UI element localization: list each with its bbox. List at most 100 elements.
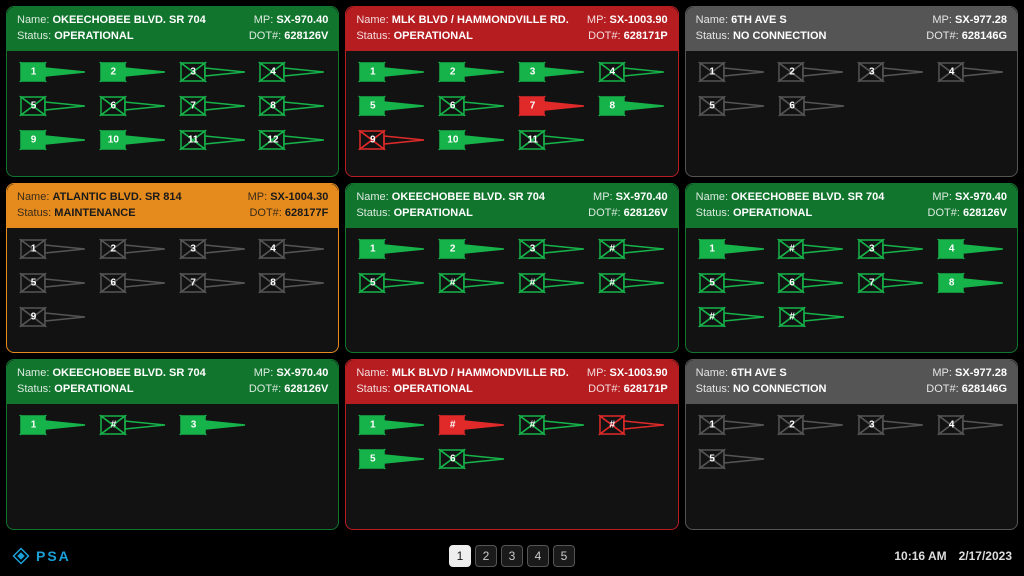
signal-icon[interactable]: 1 bbox=[354, 234, 430, 264]
signal-icon[interactable]: 8 bbox=[933, 268, 1009, 298]
signal-icon[interactable]: 3 bbox=[853, 410, 929, 440]
crossing-card[interactable]: Name: OKEECHOBEE BLVD. SR 704 MP: SX-970… bbox=[6, 359, 339, 530]
crossing-card[interactable]: Name: MLK BLVD / HAMMONDVILLE RD. MP: SX… bbox=[345, 359, 678, 530]
signal-icon[interactable]: 1 bbox=[354, 57, 430, 87]
signal-icon[interactable]: 8 bbox=[254, 268, 330, 298]
signal-number: # bbox=[709, 311, 715, 322]
signal-number: 11 bbox=[528, 134, 539, 145]
crossing-card[interactable]: Name: OKEECHOBEE BLVD. SR 704 MP: SX-970… bbox=[685, 183, 1018, 354]
signal-icon[interactable]: 1 bbox=[694, 57, 770, 87]
signal-icon[interactable]: # bbox=[694, 302, 770, 332]
status-label: Status: bbox=[356, 30, 393, 42]
signal-row: 9 10 11 bbox=[15, 125, 330, 155]
signal-icon[interactable]: 3 bbox=[853, 234, 929, 264]
name-value: 6TH AVE S bbox=[731, 14, 787, 26]
signal-icon[interactable]: 3 bbox=[514, 234, 590, 264]
signal-number: # bbox=[610, 243, 616, 254]
signal-icon[interactable]: # bbox=[594, 234, 670, 264]
signal-icon[interactable]: 2 bbox=[434, 234, 510, 264]
signal-icon[interactable]: 8 bbox=[594, 91, 670, 121]
signal-icon[interactable]: 1 bbox=[15, 234, 91, 264]
signal-icon[interactable]: 5 bbox=[354, 444, 430, 474]
page-button[interactable]: 4 bbox=[527, 545, 549, 567]
name-label: Name: bbox=[17, 367, 52, 379]
mp-label: MP: bbox=[587, 367, 610, 379]
signal-icon[interactable]: 2 bbox=[773, 410, 849, 440]
signal-icon[interactable]: 3 bbox=[853, 57, 929, 87]
signal-icon[interactable]: 6 bbox=[774, 91, 850, 121]
signal-icon[interactable]: 3 bbox=[514, 57, 590, 87]
signal-icon[interactable]: 6 bbox=[95, 91, 171, 121]
page-button[interactable]: 3 bbox=[501, 545, 523, 567]
page-button[interactable]: 5 bbox=[553, 545, 575, 567]
signal-icon[interactable]: 7 bbox=[853, 268, 929, 298]
signal-icon[interactable]: # bbox=[434, 268, 510, 298]
signal-number: 8 bbox=[949, 277, 955, 288]
signal-icon[interactable]: 2 bbox=[95, 234, 171, 264]
signal-icon[interactable]: # bbox=[434, 410, 510, 440]
signal-icon[interactable]: 5 bbox=[354, 268, 430, 298]
signal-icon[interactable]: # bbox=[774, 302, 850, 332]
signal-number: 6 bbox=[450, 100, 456, 111]
signal-icon[interactable]: 4 bbox=[254, 234, 330, 264]
signal-icon[interactable]: 3 bbox=[175, 410, 251, 440]
signal-icon[interactable]: 1 bbox=[15, 410, 91, 440]
signal-number: 5 bbox=[31, 100, 37, 111]
card-body: 1 # 3 bbox=[7, 404, 338, 529]
signal-icon[interactable]: 4 bbox=[594, 57, 670, 87]
signal-icon[interactable]: 4 bbox=[254, 57, 330, 87]
signal-icon[interactable]: # bbox=[594, 268, 670, 298]
signal-icon[interactable]: 2 bbox=[773, 57, 849, 87]
signal-icon[interactable]: 1 bbox=[15, 57, 91, 87]
signal-icon[interactable]: 2 bbox=[434, 57, 510, 87]
signal-icon[interactable]: 8 bbox=[254, 91, 330, 121]
signal-icon[interactable]: 5 bbox=[694, 91, 770, 121]
crossing-card[interactable]: Name: OKEECHOBEE BLVD. SR 704 MP: SX-970… bbox=[6, 6, 339, 177]
signal-number: 5 bbox=[709, 277, 715, 288]
signal-icon[interactable]: 1 bbox=[694, 234, 770, 264]
signal-icon[interactable]: # bbox=[514, 268, 590, 298]
page-button[interactable]: 1 bbox=[449, 545, 471, 567]
signal-icon[interactable]: 11 bbox=[514, 125, 590, 155]
signal-icon[interactable]: 6 bbox=[773, 268, 849, 298]
signal-icon[interactable]: 9 bbox=[15, 302, 91, 332]
signal-icon[interactable]: 12 bbox=[254, 125, 330, 155]
signal-number: 3 bbox=[190, 66, 196, 77]
signal-icon[interactable]: 7 bbox=[514, 91, 590, 121]
signal-icon[interactable]: 7 bbox=[175, 91, 251, 121]
signal-icon[interactable]: 4 bbox=[933, 57, 1009, 87]
signal-icon[interactable]: # bbox=[773, 234, 849, 264]
page-button[interactable]: 2 bbox=[475, 545, 497, 567]
signal-icon[interactable]: 5 bbox=[694, 444, 770, 474]
crossing-card[interactable]: Name: 6TH AVE S MP: SX-977.28 Status: NO… bbox=[685, 6, 1018, 177]
mp-label: MP: bbox=[254, 367, 277, 379]
signal-icon[interactable]: 5 bbox=[15, 268, 91, 298]
signal-icon[interactable]: 10 bbox=[95, 125, 171, 155]
signal-icon[interactable]: 9 bbox=[354, 125, 430, 155]
crossing-card[interactable]: Name: OKEECHOBEE BLVD. SR 704 MP: SX-970… bbox=[345, 183, 678, 354]
signal-icon[interactable]: 6 bbox=[434, 91, 510, 121]
signal-icon[interactable]: # bbox=[594, 410, 670, 440]
signal-icon[interactable]: 5 bbox=[694, 268, 770, 298]
signal-icon[interactable]: 1 bbox=[354, 410, 430, 440]
signal-icon[interactable]: 1 bbox=[694, 410, 770, 440]
signal-icon[interactable]: 6 bbox=[95, 268, 171, 298]
signal-icon[interactable]: # bbox=[95, 410, 171, 440]
signal-icon[interactable]: 9 bbox=[15, 125, 91, 155]
crossing-card[interactable]: Name: ATLANTIC BLVD. SR 814 MP: SX-1004.… bbox=[6, 183, 339, 354]
crossing-card[interactable]: Name: MLK BLVD / HAMMONDVILLE RD. MP: SX… bbox=[345, 6, 678, 177]
signal-icon[interactable]: 7 bbox=[175, 268, 251, 298]
signal-icon[interactable]: 4 bbox=[933, 234, 1009, 264]
signal-icon[interactable]: 4 bbox=[933, 410, 1009, 440]
signal-icon[interactable]: 11 bbox=[175, 125, 251, 155]
signal-icon[interactable]: 10 bbox=[434, 125, 510, 155]
signal-icon[interactable]: 3 bbox=[175, 57, 251, 87]
signal-number: 6 bbox=[789, 100, 795, 111]
signal-icon[interactable]: 3 bbox=[175, 234, 251, 264]
signal-icon[interactable]: 2 bbox=[95, 57, 171, 87]
signal-icon[interactable]: 6 bbox=[434, 444, 510, 474]
crossing-card[interactable]: Name: 6TH AVE S MP: SX-977.28 Status: NO… bbox=[685, 359, 1018, 530]
signal-icon[interactable]: 5 bbox=[354, 91, 430, 121]
signal-icon[interactable]: # bbox=[514, 410, 590, 440]
signal-icon[interactable]: 5 bbox=[15, 91, 91, 121]
